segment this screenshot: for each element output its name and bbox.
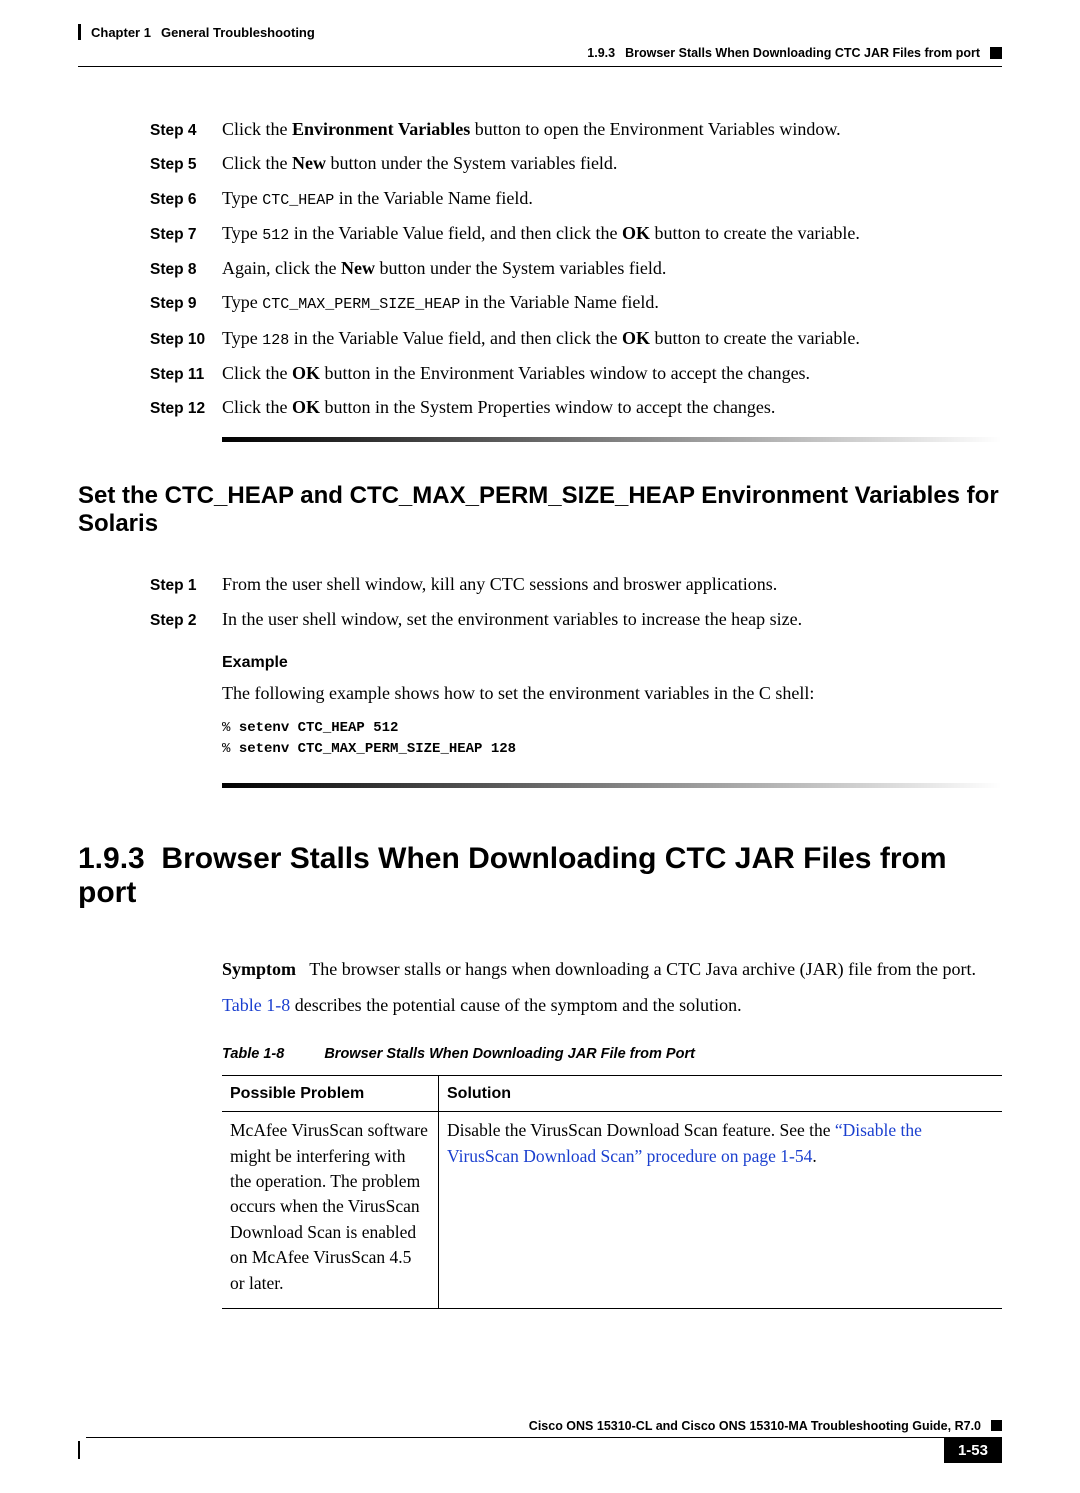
step-label: Step 11	[150, 366, 222, 384]
section-body: Symptom The browser stalls or hangs when…	[222, 956, 1002, 1309]
step-body: Type 128 in the Variable Value field, an…	[222, 326, 1002, 351]
page-footer: Cisco ONS 15310-CL and Cisco ONS 15310-M…	[78, 1419, 1002, 1463]
step-row: Step 5Click the New button under the Sys…	[150, 151, 1002, 175]
step-label: Step 2	[150, 612, 222, 630]
header-square-icon	[990, 47, 1002, 59]
symptom-paragraph: Symptom The browser stalls or hangs when…	[222, 956, 1002, 982]
problem-solution-table: Possible Problem Solution McAfee VirusSc…	[222, 1075, 1002, 1309]
table-cell-problem: McAfee VirusScan software might be inter…	[222, 1112, 439, 1309]
step-label: Step 9	[150, 295, 222, 313]
solution-post: .	[812, 1146, 816, 1166]
step-row: Step 7Type 512 in the Variable Value fie…	[150, 221, 1002, 246]
step-body: Type CTC_HEAP in the Variable Name field…	[222, 186, 1002, 211]
step-row: Step 4Click the Environment Variables bu…	[150, 117, 1002, 141]
step-label: Step 5	[150, 156, 222, 174]
shell-prompt: %	[222, 720, 239, 736]
table-reference-paragraph: Table 1-8 describes the potential cause …	[222, 992, 1002, 1018]
section-heading-number: 1.9.3	[78, 842, 145, 875]
table-row: McAfee VirusScan software might be inter…	[222, 1112, 1002, 1309]
table-ref-link[interactable]: Table 1-8	[222, 995, 290, 1015]
table-ref-sentence: describes the potential cause of the sym…	[290, 995, 741, 1015]
page-number: 1-53	[944, 1438, 1002, 1463]
subsection-heading: Set the CTC_HEAP and CTC_MAX_PERM_SIZE_H…	[78, 482, 1002, 538]
section-heading: 1.9.3 Browser Stalls When Downloading CT…	[78, 842, 1002, 910]
step-label: Step 1	[150, 577, 222, 595]
footer-square-icon	[991, 1420, 1002, 1431]
step-body: Again, click the New button under the Sy…	[222, 256, 1002, 280]
step-label: Step 7	[150, 226, 222, 244]
running-subheader: 1.9.3 Browser Stalls When Downloading CT…	[78, 46, 1002, 60]
table-caption-title: Browser Stalls When Downloading JAR File…	[324, 1044, 695, 1065]
doc-title: Cisco ONS 15310-CL and Cisco ONS 15310-M…	[529, 1419, 981, 1433]
code-line-2: setenv CTC_MAX_PERM_SIZE_HEAP 128	[239, 741, 516, 757]
step-row: Step 9Type CTC_MAX_PERM_SIZE_HEAP in the…	[150, 290, 1002, 315]
step-label: Step 10	[150, 331, 222, 349]
footer-left-mark	[78, 1441, 80, 1459]
step-row: Step 6Type CTC_HEAP in the Variable Name…	[150, 186, 1002, 211]
table-header-problem: Possible Problem	[222, 1076, 439, 1112]
chapter-label: Chapter 1	[91, 25, 151, 40]
step-body: Click the Environment Variables button t…	[222, 117, 1002, 141]
symptom-text: The browser stalls or hangs when downloa…	[309, 959, 976, 979]
section-heading-title: Browser Stalls When Downloading CTC JAR …	[78, 842, 947, 909]
symptom-label: Symptom	[222, 959, 296, 979]
table-caption: Table 1-8 Browser Stalls When Downloadin…	[222, 1044, 1002, 1065]
step-body: Click the OK button in the Environment V…	[222, 361, 1002, 385]
section-number: 1.9.3	[587, 46, 615, 60]
header-rule	[78, 24, 81, 40]
example-intro: The following example shows how to set t…	[222, 680, 1002, 706]
step-row: Step 1From the user shell window, kill a…	[150, 572, 1002, 596]
step-body: Type 512 in the Variable Value field, an…	[222, 221, 1002, 246]
table-header-solution: Solution	[439, 1076, 1003, 1112]
example-label: Example	[222, 651, 1002, 674]
code-block: % setenv CTC_HEAP 512 % setenv CTC_MAX_P…	[222, 718, 1002, 759]
step-body: Click the OK button in the System Proper…	[222, 395, 1002, 419]
example-block: Example The following example shows how …	[222, 651, 1002, 759]
header-rule-line	[78, 66, 1002, 67]
running-header: Chapter 1 General Troubleshooting	[78, 24, 1002, 40]
section-divider	[222, 437, 1002, 442]
step-row: Step 10Type 128 in the Variable Value fi…	[150, 326, 1002, 351]
step-list-solaris: Step 1From the user shell window, kill a…	[150, 572, 1002, 631]
step-label: Step 8	[150, 261, 222, 279]
step-row: Step 11Click the OK button in the Enviro…	[150, 361, 1002, 385]
step-label: Step 12	[150, 400, 222, 418]
code-line-1: setenv CTC_HEAP 512	[239, 720, 399, 736]
section-divider	[222, 783, 1002, 788]
step-row: Step 2In the user shell window, set the …	[150, 607, 1002, 631]
step-row: Step 8Again, click the New button under …	[150, 256, 1002, 280]
step-body: From the user shell window, kill any CTC…	[222, 572, 1002, 596]
step-body: Type CTC_MAX_PERM_SIZE_HEAP in the Varia…	[222, 290, 1002, 315]
step-list-windows: Step 4Click the Environment Variables bu…	[150, 117, 1002, 419]
table-caption-number: Table 1-8	[222, 1044, 284, 1065]
section-title: Browser Stalls When Downloading CTC JAR …	[625, 46, 980, 60]
step-body: In the user shell window, set the enviro…	[222, 607, 1002, 631]
table-cell-solution: Disable the VirusScan Download Scan feat…	[439, 1112, 1003, 1309]
step-label: Step 4	[150, 122, 222, 140]
chapter-title: General Troubleshooting	[161, 25, 315, 40]
step-body: Click the New button under the System va…	[222, 151, 1002, 175]
step-label: Step 6	[150, 191, 222, 209]
solution-pre: Disable the VirusScan Download Scan feat…	[447, 1120, 835, 1140]
shell-prompt: %	[222, 741, 239, 757]
step-row: Step 12Click the OK button in the System…	[150, 395, 1002, 419]
